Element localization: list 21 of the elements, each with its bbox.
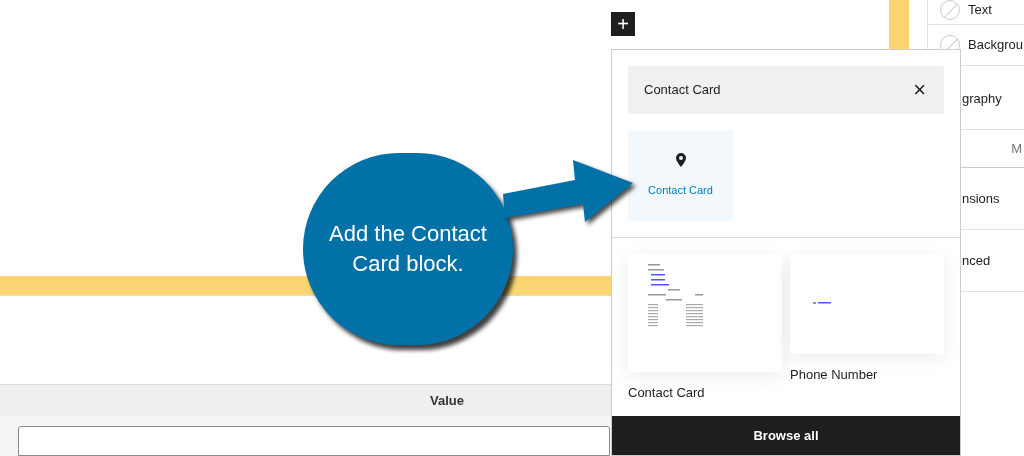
block-result[interactable]: Contact Card [628, 130, 733, 221]
color-setting-label[interactable]: Backgrou [968, 35, 1023, 55]
close-button[interactable]: × [913, 80, 926, 100]
size-option[interactable]: M [1011, 138, 1022, 159]
panel-section-title[interactable]: nsions [962, 188, 1000, 209]
pattern-title[interactable]: Phone Number [790, 365, 944, 385]
block-outline-bar [889, 0, 909, 49]
add-block-button[interactable]: + [611, 12, 635, 36]
color-setting-label[interactable]: Text [968, 0, 992, 20]
pattern-preview[interactable] [628, 254, 782, 372]
value-input-field[interactable] [18, 426, 610, 456]
table-header: Value [429, 392, 465, 410]
panel-section-title[interactable]: nced [962, 250, 991, 271]
map-pin-icon [674, 152, 687, 169]
browse-all-button[interactable]: Browse all [612, 416, 960, 455]
phone-number-preview-drawing [813, 301, 833, 305]
pattern-title[interactable]: Contact Card [628, 383, 782, 403]
search-value: Contact Card [644, 81, 721, 100]
panel-section-title[interactable]: graphy [962, 88, 1002, 109]
callout-text: Add the Contact Card block. [328, 220, 488, 278]
search-field[interactable]: Contact Card × [628, 66, 944, 114]
